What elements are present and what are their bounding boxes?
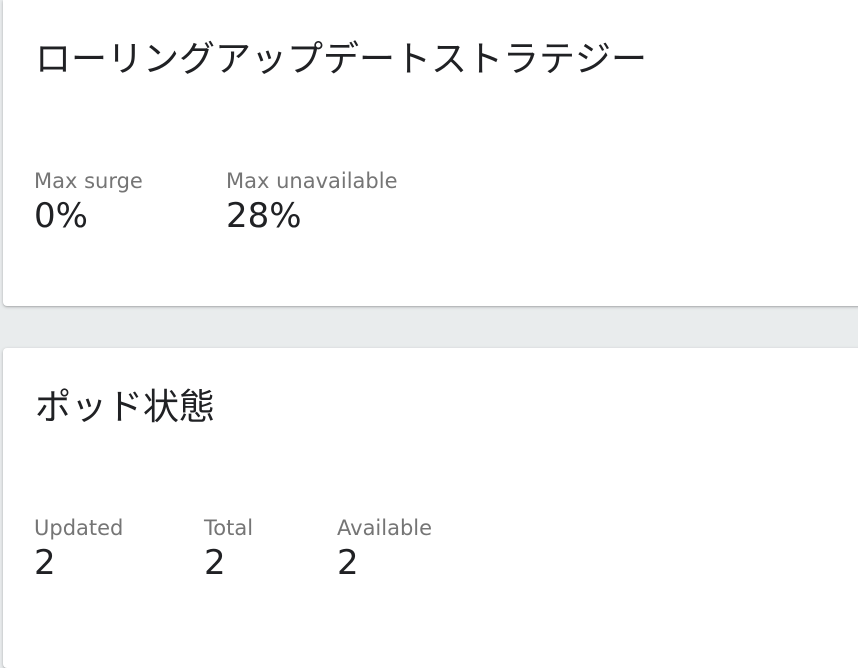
metric-value: 2 [34,543,56,583]
max-unavailable-metric: Max unavailable 28% [226,168,398,236]
updated-metric: Updated 2 [34,515,123,583]
metric-label: Updated [34,516,124,540]
card-title: ローリングアップデートストラテジー [35,39,648,80]
metric-value: 0% [34,196,88,236]
metric-value: 2 [204,543,226,583]
metric-value: 28% [226,196,302,236]
total-metric: Total 2 [204,515,253,583]
metric-label: Available [337,516,433,540]
metric-label: Max unavailable [226,169,398,193]
metric-value: 2 [337,543,359,583]
metric-label: Total [204,516,254,540]
available-metric: Available 2 [337,515,432,583]
card-title: ポッド状態 [35,387,216,428]
rolling-update-strategy-card: ローリングアップデートストラテジー Max surge 0% Max unava… [3,0,858,306]
metric-label: Max surge [34,169,143,193]
max-surge-metric: Max surge 0% [34,168,143,236]
pod-status-card: ポッド状態 Updated 2 Total 2 Available 2 [3,348,858,668]
